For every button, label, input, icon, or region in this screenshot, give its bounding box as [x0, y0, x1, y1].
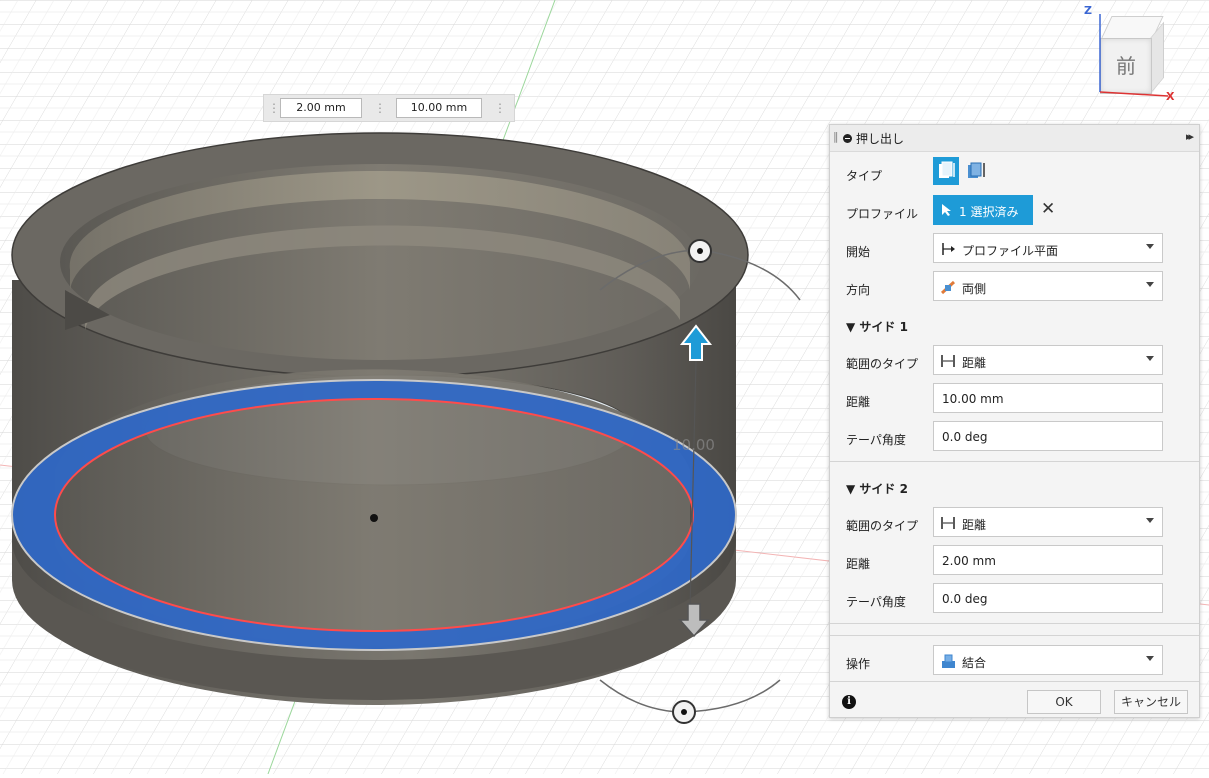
side1-header[interactable]: ▼ サイド 1	[846, 318, 908, 335]
operation-row: 操作 結合	[830, 645, 1199, 677]
angle-handle-top[interactable]	[688, 239, 712, 263]
start-select[interactable]: プロファイル平面	[933, 233, 1163, 263]
two-sides-icon	[940, 280, 956, 295]
side1-taper-row: テーパ角度 0.0 deg	[830, 421, 1199, 453]
side2-extent-select[interactable]: 距離	[933, 507, 1163, 537]
solid-extrude-icon	[939, 161, 955, 178]
taper-label: テーパ角度	[846, 595, 906, 609]
operation-select[interactable]: 結合	[933, 645, 1163, 675]
extent-type-label: 範囲のタイプ	[846, 519, 919, 533]
angle-handle-bottom[interactable]	[672, 700, 696, 724]
view-cube[interactable]: 前 Z X	[1084, 4, 1174, 104]
dialog-title: 押し出し	[856, 132, 905, 146]
join-icon	[942, 654, 955, 668]
distance-label: 距離	[846, 395, 871, 409]
minimize-icon[interactable]	[843, 134, 852, 143]
center-point	[370, 514, 378, 522]
cursor-icon	[942, 204, 951, 216]
chevron-down-icon	[1146, 282, 1154, 287]
cancel-button[interactable]: キャンセル	[1114, 690, 1188, 714]
dialog-footer: i OK キャンセル	[830, 690, 1199, 722]
distance-dimension-label: 10.00	[672, 436, 715, 454]
type-label: タイプ	[846, 169, 883, 183]
more-icon[interactable]: ⋮	[374, 98, 386, 118]
direction-row: 方向 両側	[830, 271, 1199, 303]
extent-type-label: 範囲のタイプ	[846, 357, 919, 371]
side1-distance-input[interactable]: 10.00 mm	[933, 383, 1163, 413]
side2-header[interactable]: ▼ サイド 2	[846, 480, 908, 497]
side2-distance-row: 距離 2.00 mm	[830, 545, 1199, 577]
side2-taper-row: テーパ角度 0.0 deg	[830, 583, 1199, 615]
distance2-inline-input[interactable]: 2.00 mm	[280, 98, 362, 118]
start-row: 開始 プロファイル平面	[830, 233, 1199, 265]
divider	[830, 461, 1199, 462]
profile-plane-icon	[942, 243, 955, 255]
side2-extent-row: 範囲のタイプ 距離	[830, 507, 1199, 539]
side2-distance-input[interactable]: 2.00 mm	[933, 545, 1163, 575]
distance-icon	[941, 517, 955, 529]
side1-taper-input[interactable]: 0.0 deg	[933, 421, 1163, 451]
drag-grip-icon[interactable]: ⋮	[268, 98, 280, 118]
expand-icon[interactable]: ▸▸	[1186, 130, 1194, 143]
dialog-header[interactable]: ‖ 押し出し ▸▸	[830, 125, 1199, 152]
clear-selection-icon[interactable]: ✕	[1041, 199, 1055, 219]
direction-label: 方向	[846, 283, 871, 297]
thin-type-button[interactable]	[963, 157, 989, 185]
divider	[830, 635, 1199, 636]
side1-extent-row: 範囲のタイプ 距離	[830, 345, 1199, 377]
distance-label: 距離	[846, 557, 871, 571]
extrude-dialog: ‖ 押し出し ▸▸ タイプ プロファイル 1 選択済み ✕ 開始 プロファイル平…	[829, 124, 1200, 718]
divider	[830, 623, 1199, 624]
side2-taper-input[interactable]: 0.0 deg	[933, 583, 1163, 613]
chevron-down-icon	[1146, 656, 1154, 661]
solid-type-button[interactable]	[933, 157, 959, 185]
profile-select-button[interactable]: 1 選択済み	[933, 195, 1033, 225]
chevron-down-icon	[1146, 244, 1154, 249]
info-icon[interactable]: i	[842, 695, 856, 709]
mini-toolbar: ⋮ 2.00 mm ⋮ 10.00 mm ⋮	[263, 94, 515, 122]
start-label: 開始	[846, 245, 871, 259]
drag-grip-icon[interactable]: ‖	[833, 130, 839, 143]
ok-button[interactable]: OK	[1027, 690, 1101, 714]
cube-axes	[1099, 14, 1169, 97]
type-row: タイプ	[830, 157, 1199, 189]
collapse-triangle-icon: ▼	[846, 320, 860, 334]
taper-label: テーパ角度	[846, 433, 906, 447]
distance1-inline-input[interactable]: 10.00 mm	[396, 98, 482, 118]
thin-extrude-icon	[968, 162, 985, 178]
profile-row: プロファイル 1 選択済み ✕	[830, 195, 1199, 227]
distance-icon	[941, 355, 955, 367]
side1-distance-row: 距離 10.00 mm	[830, 383, 1199, 415]
operation-label: 操作	[846, 657, 871, 671]
direction-select[interactable]: 両側	[933, 271, 1163, 301]
chevron-down-icon	[1146, 518, 1154, 523]
more-icon[interactable]: ⋮	[494, 98, 506, 118]
profile-label: プロファイル	[846, 207, 919, 221]
divider	[830, 681, 1199, 682]
collapse-triangle-icon: ▼	[846, 482, 860, 496]
chevron-down-icon	[1146, 356, 1154, 361]
side1-extent-select[interactable]: 距離	[933, 345, 1163, 375]
